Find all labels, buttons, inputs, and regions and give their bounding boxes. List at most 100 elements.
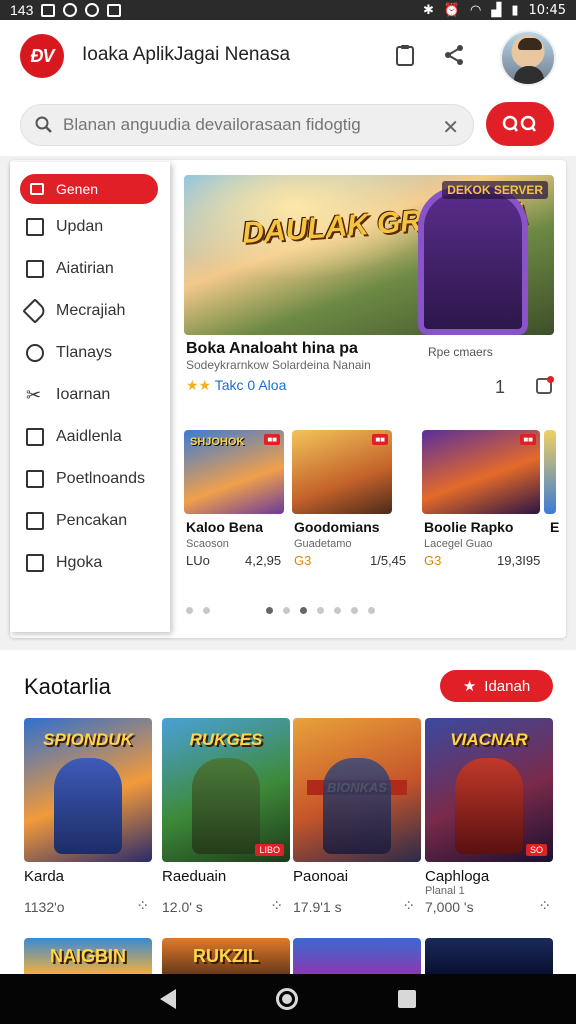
sidebar-item-ioarnan[interactable]: ✂ Ioarnan	[10, 374, 170, 416]
status-time: 10:45	[528, 2, 566, 18]
mini-game-tag: ■■	[372, 434, 388, 445]
game-card-name[interactable]: Caphloga	[425, 868, 489, 885]
pager-dot[interactable]	[351, 607, 358, 614]
mini-game-image[interactable]: SHJOHOK ■■	[184, 430, 284, 514]
sidebar-item-updan[interactable]: Updan	[10, 206, 170, 248]
battery-icon: ▮	[511, 2, 519, 18]
pager-dot[interactable]	[368, 607, 375, 614]
status-clock-left: 143	[10, 2, 34, 18]
featured-title[interactable]: Boka Analoaht hina pa	[186, 340, 358, 358]
clear-icon[interactable]: ✕	[442, 115, 459, 140]
featured-banner[interactable]: DAULAK GRANDSA DEKOK SERVER	[184, 175, 554, 335]
app-bar: ÐV Ioaka AplikJagai Nenasa	[0, 20, 576, 94]
recents-icon[interactable]	[398, 990, 416, 1008]
notification-circle-icon	[85, 3, 100, 17]
bookmark-icon[interactable]	[536, 376, 554, 394]
sidebar-item-genen[interactable]: Genen	[20, 174, 158, 204]
image-icon	[107, 3, 122, 17]
more-options-icon[interactable]: ⁘	[538, 896, 551, 916]
mini-game-sub: Lacegel Guao	[424, 538, 493, 550]
game-character-illustration	[323, 758, 391, 854]
pager-dot[interactable]	[186, 607, 193, 614]
game-card-name[interactable]: Raeduain	[162, 868, 226, 885]
pager-dot[interactable]	[334, 607, 341, 614]
star-icon: ★★	[186, 377, 212, 393]
game-card-name[interactable]: Karda	[24, 868, 64, 885]
app-title: Ioaka AplikJagai Nenasa	[82, 44, 291, 65]
mini-game-value: 4,2,95	[245, 553, 282, 568]
status-right: ✱ ⏰ ◠ ▟ ▮ 10:45	[423, 3, 566, 18]
mini-game-image[interactable]: ■■	[422, 430, 540, 514]
game-card-tag: LIBO	[255, 844, 284, 856]
back-icon[interactable]	[160, 989, 176, 1009]
game-card-image[interactable]: NAIGBIN	[24, 938, 152, 974]
sidebar-item-label: Poetlnoands	[56, 470, 145, 487]
share-icon[interactable]	[440, 41, 468, 69]
search-input[interactable]	[63, 115, 433, 135]
sidebar-item-label: Ioarnan	[56, 386, 111, 403]
game-card-image[interactable]	[425, 938, 553, 974]
app-logo[interactable]: ÐV	[20, 34, 64, 78]
section-action-button[interactable]: ★ Idanah	[440, 670, 553, 702]
search-row: ✕	[0, 94, 576, 156]
home-button-icon[interactable]	[276, 988, 298, 1010]
mini-game-image[interactable]	[544, 430, 556, 514]
signal-icon: ▟	[491, 2, 502, 18]
warrior-illustration	[418, 187, 528, 335]
search-pair-icon	[502, 115, 536, 132]
game-card-name[interactable]: Paonoai	[293, 868, 348, 885]
more-options-icon[interactable]: ⁘	[402, 896, 415, 916]
mini-game-sub: Scaoson	[186, 538, 229, 550]
mini-game-image[interactable]: ■■	[292, 430, 392, 514]
search-icon	[35, 116, 52, 133]
sidebar-item-pencakan[interactable]: Pencakan	[10, 500, 170, 542]
mini-game-tag: ■■	[264, 434, 280, 445]
game-card-image[interactable]: VIACNAR SO	[425, 718, 553, 862]
tools-icon: ✂	[26, 385, 42, 405]
sidebar-item-aaidlenla[interactable]: Aaidlenla	[10, 416, 170, 458]
game-card-image[interactable]: RUKGES LIBO	[162, 718, 290, 862]
game-character-illustration	[54, 758, 122, 854]
featured-count: 1	[495, 377, 506, 397]
sidebar-item-label: Pencakan	[56, 512, 128, 529]
mini-game-price: LUo	[186, 553, 210, 568]
sidebar-item-poetlnoands[interactable]: Poetlnoands	[10, 458, 170, 500]
status-bar: 143 ✱ ⏰ ◠ ▟ ▮ 10:45	[0, 0, 576, 20]
eye-icon	[26, 344, 44, 362]
game-card-image[interactable]: BIONKAS	[293, 718, 421, 862]
featured-rating-text: Takc 0 Aloa	[214, 377, 287, 393]
wifi-icon: ◠	[470, 2, 482, 18]
mini-game-name[interactable]: Boolie Rapko	[424, 519, 513, 535]
mini-game-name[interactable]: E	[550, 519, 559, 535]
sidebar-menu: Genen Updan Aiatirian Mecrajiah Tlanays …	[10, 162, 170, 632]
alarm-icon: ⏰	[443, 2, 461, 18]
mini-game-name[interactable]: Goodomians	[294, 519, 380, 535]
avatar[interactable]	[500, 30, 556, 86]
featured-side-text: Rpe cmaers	[428, 345, 493, 359]
sidebar-item-label: Hgoka	[56, 554, 103, 571]
game-card-image[interactable]: RUKZIL	[162, 938, 290, 974]
pager-dot[interactable]	[283, 607, 290, 614]
voice-search-button[interactable]	[486, 102, 554, 146]
game-card-sub: Planal 1	[425, 885, 465, 897]
more-options-icon[interactable]: ⁘	[270, 896, 283, 916]
sidebar-item-mecrajiah[interactable]: Mecrajiah	[10, 290, 170, 332]
clipboard-icon[interactable]	[391, 41, 419, 69]
pager-dot[interactable]	[266, 607, 273, 614]
game-card-image[interactable]: SPIONDUK	[24, 718, 152, 862]
square-icon	[26, 470, 44, 488]
sidebar-item-aiatirian[interactable]: Aiatirian	[10, 248, 170, 290]
game-card-image[interactable]	[293, 938, 421, 974]
inbox-icon	[26, 218, 44, 236]
mini-game-name[interactable]: Kaloo Bena	[186, 519, 263, 535]
game-character-illustration	[192, 758, 260, 854]
game-card-image-title: RUKZIL	[193, 946, 259, 966]
game-card-value: 7,000 's	[425, 899, 474, 915]
more-options-icon[interactable]: ⁘	[136, 896, 149, 916]
pager-dot[interactable]	[300, 607, 307, 614]
pager-dot[interactable]	[203, 607, 210, 614]
sidebar-item-hgoka[interactable]: Hgoka	[10, 542, 170, 584]
pager-dot[interactable]	[317, 607, 324, 614]
chart-icon	[26, 428, 44, 446]
sidebar-item-tlanays[interactable]: Tlanays	[10, 332, 170, 374]
